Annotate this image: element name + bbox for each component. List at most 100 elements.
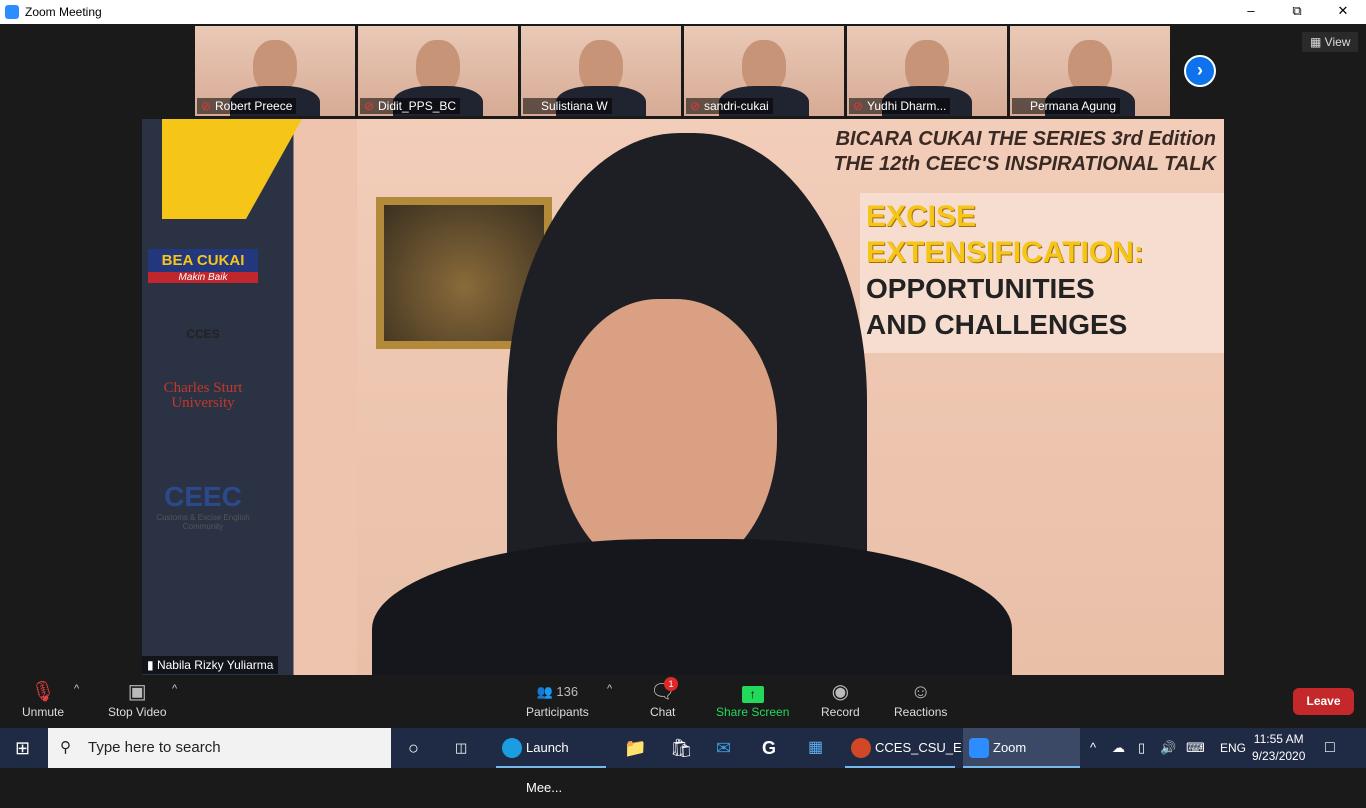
participant-name: Permana Agung [1012, 98, 1121, 114]
customs-emblem [162, 119, 302, 219]
battery-icon[interactable]: ▯ [1138, 728, 1145, 768]
volume-icon[interactable]: 🔊 [1160, 728, 1176, 768]
participants-button[interactable]: 👥 136 Participants [526, 679, 589, 719]
ceec-subtitle: Customs & Excise English Community [156, 513, 250, 531]
cortana-icon[interactable]: ○ [408, 728, 419, 768]
reactions-icon: ☺ [910, 681, 931, 703]
speaker-name-label: ▮ Nabila Rizky Yuliarma [142, 656, 279, 674]
signal-icon: ▮ [147, 658, 157, 672]
date: 9/23/2020 [1252, 749, 1306, 763]
speaker-face [557, 299, 777, 579]
slide-title-line1: BICARA CUKAI THE SERIES 3rd Edition [835, 128, 1216, 150]
taskbar-app-edge[interactable]: Launch Mee... [496, 728, 606, 795]
zoom-logo-icon [5, 5, 19, 19]
keyboard-icon[interactable]: ⌨ [1186, 728, 1205, 768]
powerpoint-icon [851, 738, 871, 758]
file-explorer-icon[interactable]: 📁 [624, 728, 646, 768]
unmute-button[interactable]: 🎙 Unmute [22, 679, 64, 719]
reactions-button[interactable]: ☺ Reactions [894, 679, 947, 719]
close-button[interactable]: ✕ [1320, 0, 1366, 24]
participant-name-text: Robert Preece [215, 99, 293, 113]
chat-button[interactable]: 🗨 1 Chat [650, 677, 678, 719]
chrome-icon[interactable]: G [762, 728, 776, 768]
search-icon: ⚲ [60, 739, 71, 756]
video-options-caret[interactable]: ^ [172, 683, 177, 695]
app-label: Zoom [993, 740, 1027, 755]
share-screen-icon: ↑ [716, 679, 789, 705]
muted-mic-icon: ⊘ [690, 99, 701, 113]
stop-video-label: Stop Video [108, 705, 167, 719]
participants-icon: 👥 136 [536, 684, 579, 699]
onedrive-error-icon[interactable]: ☁ [1112, 728, 1125, 768]
makin-baik-text: Makin Baik [148, 272, 258, 283]
ceec-logo: CEEC [164, 481, 242, 512]
participant-name: Sulistiana W [523, 98, 612, 114]
participants-label: Participants [526, 705, 589, 719]
participant-name-text: Sulistiana W [541, 99, 608, 113]
topic-line1: EXCISE [866, 200, 977, 233]
topic-line4: AND CHALLENGES [866, 309, 1128, 340]
search-placeholder: Type here to search [88, 739, 221, 756]
time: 11:55 AM [1253, 732, 1304, 746]
participant-thumbnail[interactable]: Permana Agung [1010, 26, 1170, 116]
participant-thumbnail[interactable]: ⊘ Robert Preece [195, 26, 355, 116]
view-button[interactable]: ▦ View [1302, 32, 1359, 52]
participant-count: 136 [556, 684, 579, 699]
clock[interactable]: 11:55 AM 9/23/2020 [1252, 731, 1305, 765]
zoom-icon [969, 738, 989, 758]
participant-name: ⊘ Didit_PPS_BC [360, 98, 461, 114]
participant-name-text: sandri-cukai [704, 99, 769, 113]
notifications-icon[interactable]: □ [1325, 728, 1335, 768]
taskbar-app-powerpoint[interactable]: CCES_CSU_E... [845, 728, 973, 768]
participant-name-text: Yudhi Dharm... [867, 99, 947, 113]
muted-mic-icon: ⊘ [853, 99, 864, 113]
taskbar-app-zoom[interactable]: Zoom [963, 728, 1080, 768]
mail-icon[interactable]: ✉ [716, 728, 731, 768]
sponsor-logos: BEA CUKAI Makin Baik CCES Charles Sturt … [148, 249, 258, 531]
edge-icon [502, 738, 522, 758]
reactions-label: Reactions [894, 705, 948, 719]
restore-button[interactable]: ⧉ [1274, 0, 1320, 24]
topic-line3: OPPORTUNITIES [866, 273, 1095, 304]
participant-name-text: Permana Agung [1030, 99, 1117, 113]
share-screen-label: Share Screen [716, 705, 790, 719]
slide-title-line2: THE 12th CEEC'S INSPIRATIONAL TALK [833, 153, 1216, 175]
slide-topic: EXCISE EXTENSIFICATION: OPPORTUNITIES AN… [860, 193, 1224, 353]
slide-title: BICARA CUKAI THE SERIES 3rd Edition THE … [833, 127, 1216, 177]
participant-name: ⊘ Yudhi Dharm... [849, 98, 951, 114]
stop-video-button[interactable]: ▣ Stop Video [108, 679, 167, 719]
muted-mic-icon: ⊘ [364, 99, 375, 113]
record-button[interactable]: ◉ Record [821, 679, 860, 719]
participants-caret[interactable]: ^ [607, 683, 612, 695]
task-view-icon[interactable]: ◫ [455, 728, 467, 768]
show-hidden-icons[interactable]: ^ [1090, 728, 1096, 768]
leave-button[interactable]: Leave [1293, 688, 1354, 715]
participant-thumbnail[interactable]: ⊘ Yudhi Dharm... [847, 26, 1007, 116]
record-icon: ◉ [831, 681, 850, 703]
taskbar-search[interactable]: ⚲ Type here to search [48, 728, 391, 768]
next-page-button[interactable]: › [1184, 55, 1216, 87]
record-label: Record [821, 705, 860, 719]
participant-thumbnail[interactable]: ⊘ Didit_PPS_BC [358, 26, 518, 116]
grid-icon: ▦ [1310, 35, 1325, 49]
participant-thumbnail[interactable]: Sulistiana W [521, 26, 681, 116]
chat-badge: 1 [664, 677, 678, 691]
main-video[interactable]: BICARA CUKAI THE SERIES 3rd Edition THE … [142, 119, 1224, 675]
bea-cukai-logo: BEA CUKAI [148, 249, 258, 272]
speaker-name: Nabila Rizky Yuliarma [156, 658, 274, 672]
windows-start-icon[interactable]: ⊞ [15, 728, 30, 768]
participant-thumbnail[interactable]: ⊘ sandri-cukai [684, 26, 844, 116]
camera-icon: ▣ [127, 681, 147, 703]
csu-logo: Charles Sturt University [163, 380, 243, 411]
control-panel-icon[interactable]: ▦ [808, 728, 823, 768]
cces-logo: CCES [186, 327, 220, 341]
share-screen-button[interactable]: ↑ Share Screen [716, 679, 789, 719]
meeting-toolbar: 🎙 Unmute ^ ▣ Stop Video ^ 👥 136 Participant… [0, 675, 1366, 728]
audio-options-caret[interactable]: ^ [74, 683, 79, 695]
minimize-button[interactable]: – [1228, 0, 1274, 24]
store-icon[interactable]: 🛍 [670, 728, 693, 768]
muted-mic-icon: ⊘ [201, 99, 212, 113]
topic-line2: EXTENSIFICATION: [866, 236, 1144, 269]
language-indicator[interactable]: ENG [1220, 728, 1246, 768]
participant-name: ⊘ sandri-cukai [686, 98, 773, 114]
